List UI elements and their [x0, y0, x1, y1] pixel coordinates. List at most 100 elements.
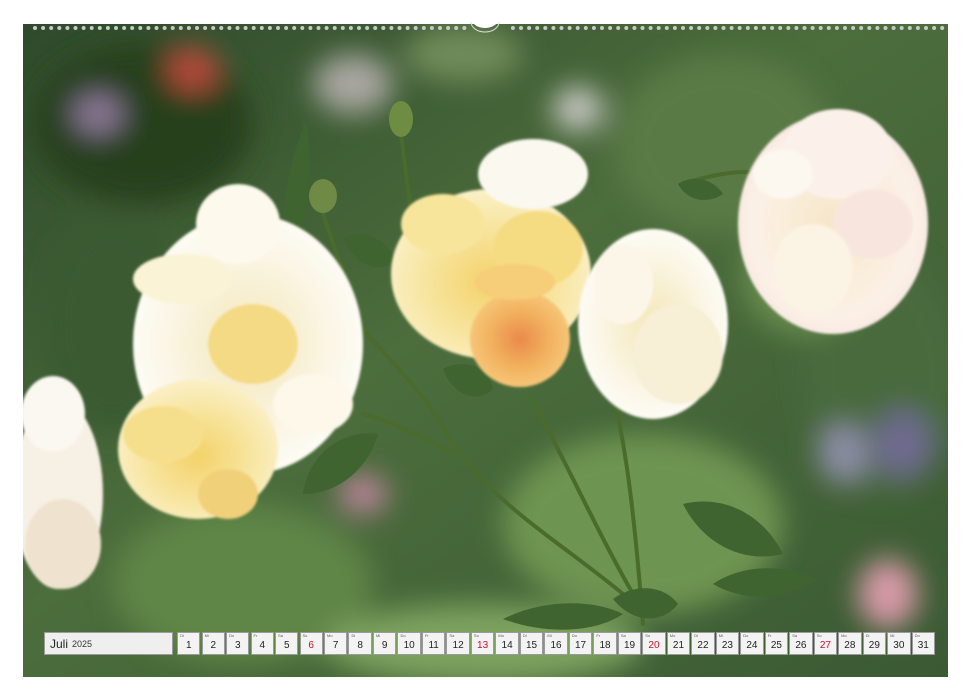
binding-hole — [365, 26, 370, 30]
binding-hole — [899, 26, 904, 30]
day-cell: Fr 18 — [593, 632, 617, 655]
binding-hole — [154, 26, 159, 30]
weekday-label: Mo — [327, 633, 333, 638]
binding-hole — [575, 26, 580, 30]
day-cell: Mo 21 — [666, 632, 691, 655]
binding-hole — [770, 26, 775, 30]
binding-hole — [656, 26, 661, 30]
month-year: 2025 — [72, 638, 93, 649]
day-cell: Do 3 — [226, 632, 250, 655]
binding-hole — [146, 26, 151, 30]
binding-hole — [65, 26, 70, 30]
binding-hole — [89, 26, 94, 30]
day-cell: Do 10 — [397, 632, 421, 655]
binding-hole — [203, 26, 208, 30]
day-cell: Mo 28 — [838, 632, 862, 655]
binding-hole — [267, 26, 272, 30]
binding-hole — [413, 26, 418, 30]
binding-hole — [397, 26, 402, 30]
binding-hole — [567, 26, 572, 30]
day-cell: Do 24 — [740, 632, 764, 655]
day-number: 3 — [234, 640, 241, 651]
day-number: 15 — [526, 640, 538, 651]
binding-hole — [243, 26, 248, 30]
binding-hole — [859, 26, 864, 30]
day-number: 27 — [819, 640, 831, 651]
weekday-label: So — [645, 633, 651, 638]
day-cell: So 6 — [299, 632, 323, 655]
weekday-label: Mo — [841, 633, 847, 638]
day-number: 18 — [599, 640, 611, 651]
day-number: 7 — [332, 640, 339, 651]
binding-hole — [608, 26, 613, 30]
binding-hole — [114, 26, 118, 30]
rose-photo — [23, 24, 948, 677]
binding-hole — [105, 26, 110, 30]
binding-hole — [640, 26, 645, 30]
binding-hole — [810, 26, 815, 30]
binding-hole — [802, 26, 807, 30]
weekday-label: Di — [180, 633, 184, 638]
binding-hole — [324, 26, 329, 30]
binding-hole — [600, 26, 604, 30]
binding-hole — [454, 26, 459, 30]
day-number: 23 — [721, 640, 733, 651]
binding-hole — [308, 26, 313, 30]
binding-hole — [737, 26, 742, 30]
weekday-label: So — [473, 633, 479, 638]
day-cell: Mo 14 — [495, 632, 519, 655]
day-cell: Mi 16 — [544, 632, 568, 655]
day-number: 21 — [672, 640, 685, 651]
binding-hole — [219, 26, 224, 30]
binding-hole — [259, 26, 264, 30]
binding-hole — [429, 26, 434, 30]
binding-hole — [178, 26, 183, 30]
day-number: 30 — [893, 640, 905, 651]
binding-hole — [713, 26, 718, 30]
weekday-label: Di — [694, 633, 699, 638]
binding-hole — [583, 26, 588, 30]
binding-hole — [381, 26, 386, 30]
binding-hole — [170, 26, 175, 30]
binding-hole — [689, 26, 694, 30]
day-cell: Di 8 — [348, 632, 372, 655]
month-cell: Juli 2025 — [44, 632, 173, 655]
binding-hole — [883, 26, 888, 30]
binding-hole — [745, 26, 750, 30]
binding-hole — [697, 26, 702, 30]
binding-hole — [664, 26, 669, 30]
day-cell: Fr 11 — [421, 632, 446, 655]
binding-hole — [162, 26, 167, 30]
day-number: 13 — [477, 640, 489, 651]
weekday-label: Do — [229, 633, 235, 638]
binding-hole — [519, 26, 523, 30]
binding-hole — [405, 26, 410, 30]
day-cell: Di 15 — [519, 632, 544, 655]
day-number: 2 — [210, 640, 217, 651]
binding-hole — [915, 26, 920, 30]
weekday-label: Do — [571, 633, 577, 638]
binding-hole — [843, 26, 847, 30]
day-number: 8 — [357, 640, 363, 651]
day-cell: Sa 12 — [446, 632, 470, 655]
day-number: 24 — [746, 640, 758, 651]
binding-hole — [348, 26, 353, 30]
weekday-label: Mo — [498, 633, 504, 638]
day-number: 25 — [770, 640, 782, 651]
binding-hole — [932, 26, 937, 30]
binding-hole — [57, 26, 62, 30]
weekday-label: Mo — [669, 633, 676, 638]
binding-hole — [421, 26, 426, 30]
binding-hole — [316, 26, 321, 30]
binding-hole — [721, 26, 726, 30]
binding-hole — [462, 26, 467, 30]
binding-hole — [632, 26, 637, 30]
binding-hole — [924, 26, 928, 30]
weekday-label: Sa — [449, 633, 455, 638]
binding-hole — [195, 26, 199, 30]
day-number: 17 — [574, 640, 587, 651]
day-number: 10 — [403, 640, 415, 651]
binding-hole — [729, 26, 734, 30]
binding-hole — [332, 26, 337, 30]
weekday-label: Fr — [424, 633, 429, 638]
